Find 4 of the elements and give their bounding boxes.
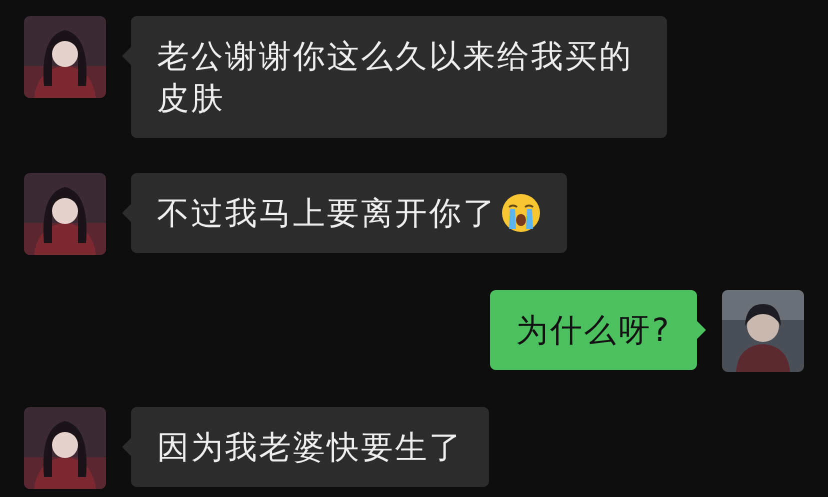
- message-bubble: 不过我马上要离开你了: [131, 173, 567, 253]
- message-bubble: 为什么呀?: [490, 290, 697, 370]
- message-bubble: 老公谢谢你这么久以来给我买的皮肤: [131, 16, 667, 138]
- message-bubble: 因为我老婆快要生了: [131, 407, 489, 487]
